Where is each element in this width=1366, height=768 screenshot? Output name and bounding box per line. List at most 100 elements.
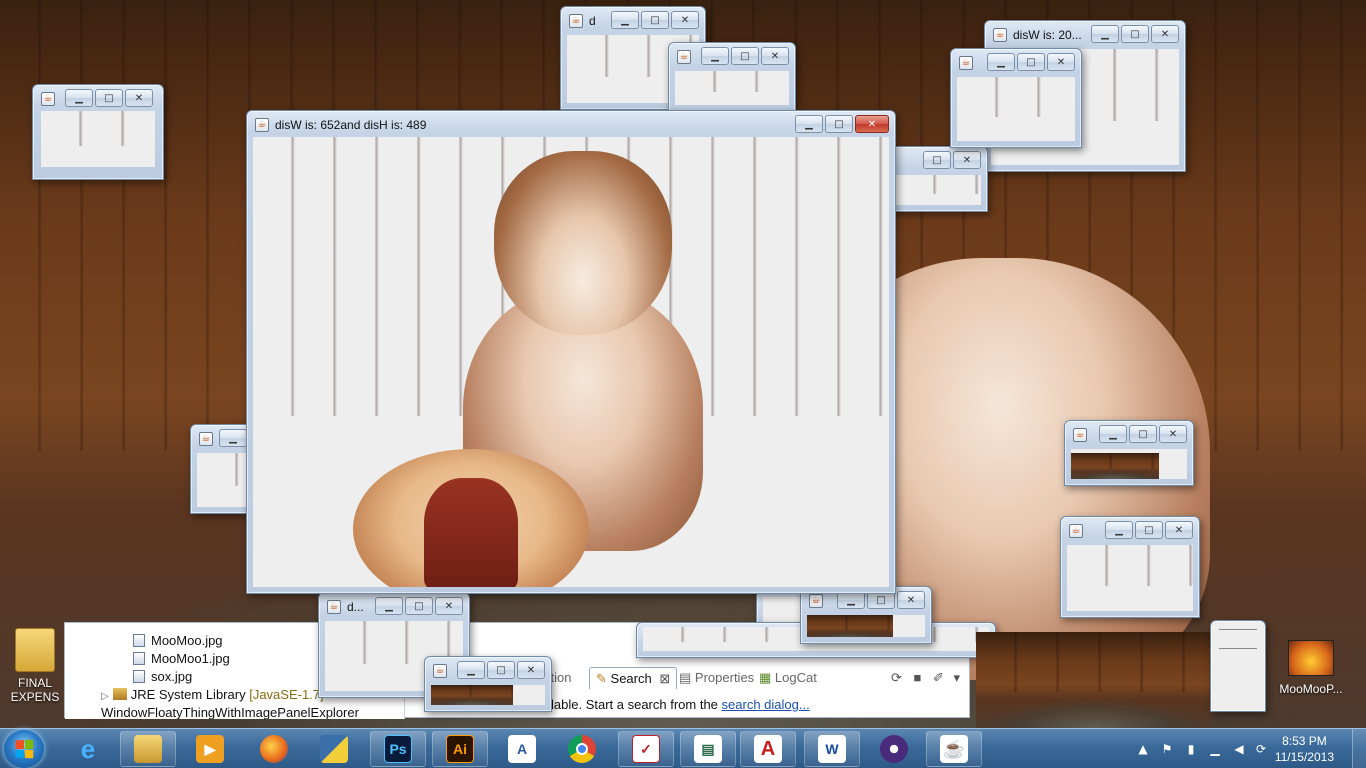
window-title: d (589, 14, 596, 28)
title-bar[interactable]: ☕ disW is: 652and disH is: 489 ▁ □ ✕ (247, 111, 895, 139)
taskbar-photoshop[interactable]: Ps (370, 731, 426, 767)
taskbar-ie[interactable]: e (60, 731, 116, 767)
minimize-button[interactable]: ▁ (611, 11, 639, 29)
taskbar-explorer[interactable] (120, 731, 176, 767)
minimize-button[interactable]: ▁ (65, 89, 93, 107)
acrobat-icon: A (754, 735, 782, 763)
floating-window[interactable]: ☕ ▁ □ ✕ (1060, 516, 1200, 618)
taskbar: e ▶ Ps Ai A ✓ ▤ A W ☕ ▲ ⚑ ▮ ▁ ◀ ⟳ 8:53 P… (0, 728, 1366, 768)
taskbar-acrobat[interactable]: A (740, 731, 796, 767)
taskbar-chrome[interactable] (554, 731, 610, 767)
show-hidden-icons-icon[interactable]: ▲ (1136, 742, 1150, 756)
taskbar-presentation[interactable]: ✓ (618, 731, 674, 767)
close-button[interactable]: ✕ (1047, 53, 1075, 71)
minimize-button[interactable]: ▁ (1099, 425, 1127, 443)
search-dialog-link[interactable]: search dialog... (722, 697, 810, 712)
taskbar-illustrator[interactable]: Ai (432, 731, 488, 767)
floating-window[interactable] (1210, 620, 1266, 712)
window-content (1071, 449, 1187, 479)
close-button[interactable]: ✕ (125, 89, 153, 107)
tree-item-project[interactable]: WindowFloatyThingWithImagePanelExplorer (101, 705, 359, 719)
taskbar-firefox[interactable] (246, 731, 302, 767)
floating-window[interactable]: ☕ ▁ □ ✕ (32, 84, 164, 180)
main-java-window[interactable]: ☕ disW is: 652and disH is: 489 ▁ □ ✕ (246, 110, 896, 594)
minimize-button[interactable]: ▁ (795, 115, 823, 133)
taskbar-java[interactable]: ☕ (926, 731, 982, 767)
close-tab-icon[interactable]: ⊠ (659, 671, 670, 686)
clock-date: 11/15/2013 (1274, 750, 1334, 764)
floating-window[interactable]: ☕ ▁ □ ✕ (424, 656, 552, 712)
close-button[interactable]: ✕ (897, 591, 925, 609)
taskbar-word[interactable]: W (804, 731, 860, 767)
tree-item-moomoo[interactable]: MooMoo.jpg (133, 633, 223, 648)
stop-icon[interactable]: ■ (914, 670, 922, 685)
close-button[interactable]: ✕ (671, 11, 699, 29)
maximize-button[interactable]: □ (405, 597, 433, 615)
tab-logcat[interactable]: ▦ LogCat (759, 667, 817, 689)
network-icon[interactable]: ▁ (1208, 742, 1222, 756)
taskbar-media-player[interactable]: ▶ (182, 731, 238, 767)
firefox-icon (260, 735, 288, 763)
sync-icon[interactable]: ⟳ (1254, 742, 1268, 756)
maximize-button[interactable]: □ (825, 115, 853, 133)
refresh-icon[interactable]: ⟳ (891, 670, 902, 685)
floating-window[interactable]: ☕ ▁ □ ✕ (1064, 420, 1194, 486)
close-button[interactable]: ✕ (1151, 25, 1179, 43)
volume-icon[interactable]: ◀ (1232, 742, 1246, 756)
maximize-button[interactable]: □ (1017, 53, 1045, 71)
maximize-button[interactable]: □ (487, 661, 515, 679)
maximize-button[interactable]: □ (1135, 521, 1163, 539)
tree-item-sox[interactable]: sox.jpg (133, 669, 192, 684)
taskbar-eclipse[interactable] (866, 731, 922, 767)
image-file-icon (133, 652, 145, 665)
taskbar-slideshow[interactable]: ▤ (680, 731, 736, 767)
tab-search[interactable]: ✎ Search ⊠ (589, 667, 678, 689)
close-button[interactable]: ✕ (517, 661, 545, 679)
maximize-button[interactable]: □ (1121, 25, 1149, 43)
minimize-button[interactable]: ▁ (375, 597, 403, 615)
expand-arrow-icon[interactable]: ▷ (101, 691, 109, 702)
flag-icon[interactable]: ⚑ (1160, 742, 1174, 756)
close-button[interactable]: ✕ (953, 151, 981, 169)
tree-item-jre[interactable]: ▷ JRE System Library [JavaSE-1.7] (101, 687, 324, 702)
java-icon: ☕ (569, 14, 583, 28)
wand-icon[interactable]: ✐ (933, 670, 944, 685)
floating-window[interactable]: ☕ ▁ □ ✕ (668, 42, 796, 112)
window-image (1071, 453, 1159, 479)
minimize-button[interactable]: ▁ (1105, 521, 1133, 539)
close-button[interactable]: ✕ (855, 115, 889, 133)
maximize-button[interactable]: □ (1129, 425, 1157, 443)
chevron-down-icon[interactable]: ▾ (954, 670, 961, 685)
minimize-button[interactable]: ▁ (1091, 25, 1119, 43)
close-button[interactable]: ✕ (1159, 425, 1187, 443)
minimize-button[interactable]: ▁ (987, 53, 1015, 71)
start-button[interactable] (4, 730, 44, 768)
minimize-button[interactable]: ▁ (701, 47, 729, 65)
minimize-button[interactable]: ▁ (219, 429, 247, 447)
minimize-button[interactable]: ▁ (457, 661, 485, 679)
show-desktop-button[interactable] (1352, 729, 1366, 768)
window-image (41, 111, 155, 167)
desktop-icon-final-expenses[interactable]: FINAL EXPENS (0, 628, 70, 704)
maximize-button[interactable]: □ (923, 151, 951, 169)
close-button[interactable]: ✕ (1165, 521, 1193, 539)
close-button[interactable]: ✕ (761, 47, 789, 65)
floating-window[interactable]: □ ✕ (888, 146, 988, 212)
tree-item-moomoo1[interactable]: MooMoo1.jpg (133, 651, 230, 666)
maximize-button[interactable]: □ (95, 89, 123, 107)
maximize-button[interactable]: □ (731, 47, 759, 65)
window-title: disW is: 20... (1013, 28, 1082, 42)
floating-window[interactable]: ☕ ▁ □ ✕ (800, 586, 932, 644)
close-button[interactable]: ✕ (435, 597, 463, 615)
tab-properties[interactable]: ▤ Properties (679, 667, 754, 689)
window-title: d... (347, 600, 364, 614)
battery-icon[interactable]: ▮ (1184, 742, 1198, 756)
taskbar-publisher[interactable]: A (494, 731, 550, 767)
desktop-icon-label: EXPENS (10, 690, 60, 704)
desktop-icon-moomoo[interactable]: MooMooP... (1276, 640, 1346, 696)
floating-window[interactable]: ☕ ▁ □ ✕ (950, 48, 1082, 148)
clock[interactable]: 8:53 PM 11/15/2013 (1275, 733, 1334, 765)
window-image (807, 615, 893, 637)
taskbar-python[interactable] (306, 731, 362, 767)
maximize-button[interactable]: □ (641, 11, 669, 29)
